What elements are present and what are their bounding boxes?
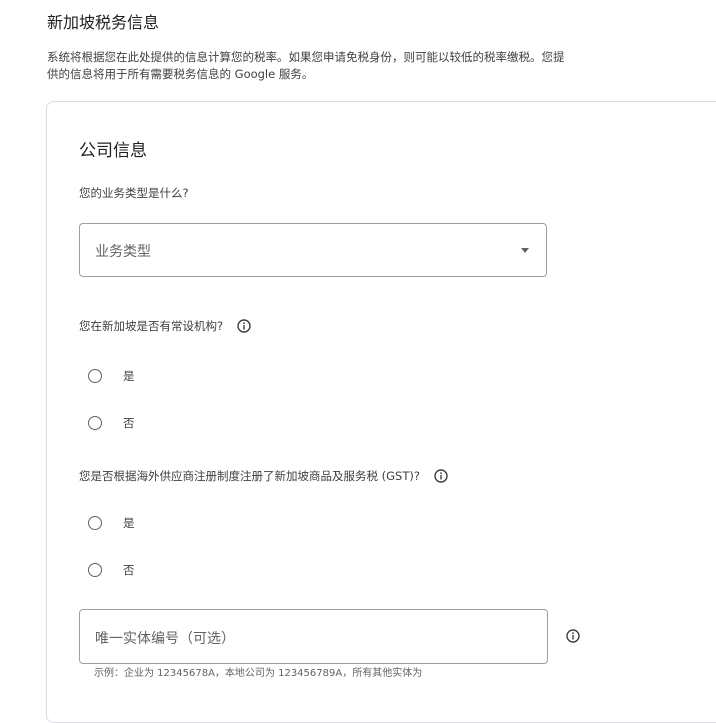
radio-circle[interactable] [88,369,102,383]
gst-yes-radio[interactable]: 是 [88,515,135,531]
section-title: 公司信息 [79,141,147,161]
chevron-down-icon [521,248,529,253]
radio-label: 否 [123,416,135,430]
business-type-select[interactable]: 业务类型 [79,223,547,277]
business-type-placeholder: 业务类型 [95,244,151,260]
gst-question-row: 您是否根据海外供应商注册制度注册了新加坡商品及服务税 (GST)? [79,468,448,484]
radio-circle[interactable] [88,563,102,577]
uen-input[interactable]: 唯一实体编号（可选） [79,609,548,664]
radio-circle[interactable] [88,416,102,430]
permanent-establishment-yes-radio[interactable]: 是 [88,368,135,384]
info-icon[interactable] [434,469,448,483]
radio-label: 是 [123,369,135,383]
permanent-establishment-no-radio[interactable]: 否 [88,415,135,431]
permanent-establishment-question: 您在新加坡是否有常设机构? [79,319,224,333]
business-type-question: 您的业务类型是什么? [79,186,189,200]
gst-question: 您是否根据海外供应商注册制度注册了新加坡商品及服务税 (GST)? [79,469,420,483]
page-title: 新加坡税务信息 [47,13,160,32]
radio-label: 是 [123,516,135,530]
info-icon[interactable] [566,629,580,643]
uen-helper-text: 示例：企业为 12345678A，本地公司为 123456789A，所有其他实体… [94,668,423,679]
uen-placeholder: 唯一实体编号（可选） [95,631,235,647]
permanent-establishment-question-row: 您在新加坡是否有常设机构? [79,318,251,334]
radio-label: 否 [123,563,135,577]
gst-no-radio[interactable]: 否 [88,562,135,578]
intro-text: 系统将根据您在此处提供的信息计算您的税率。如果您申请免税身份，则可能以较低的税率… [47,50,565,81]
radio-circle[interactable] [88,516,102,530]
info-icon[interactable] [237,319,251,333]
